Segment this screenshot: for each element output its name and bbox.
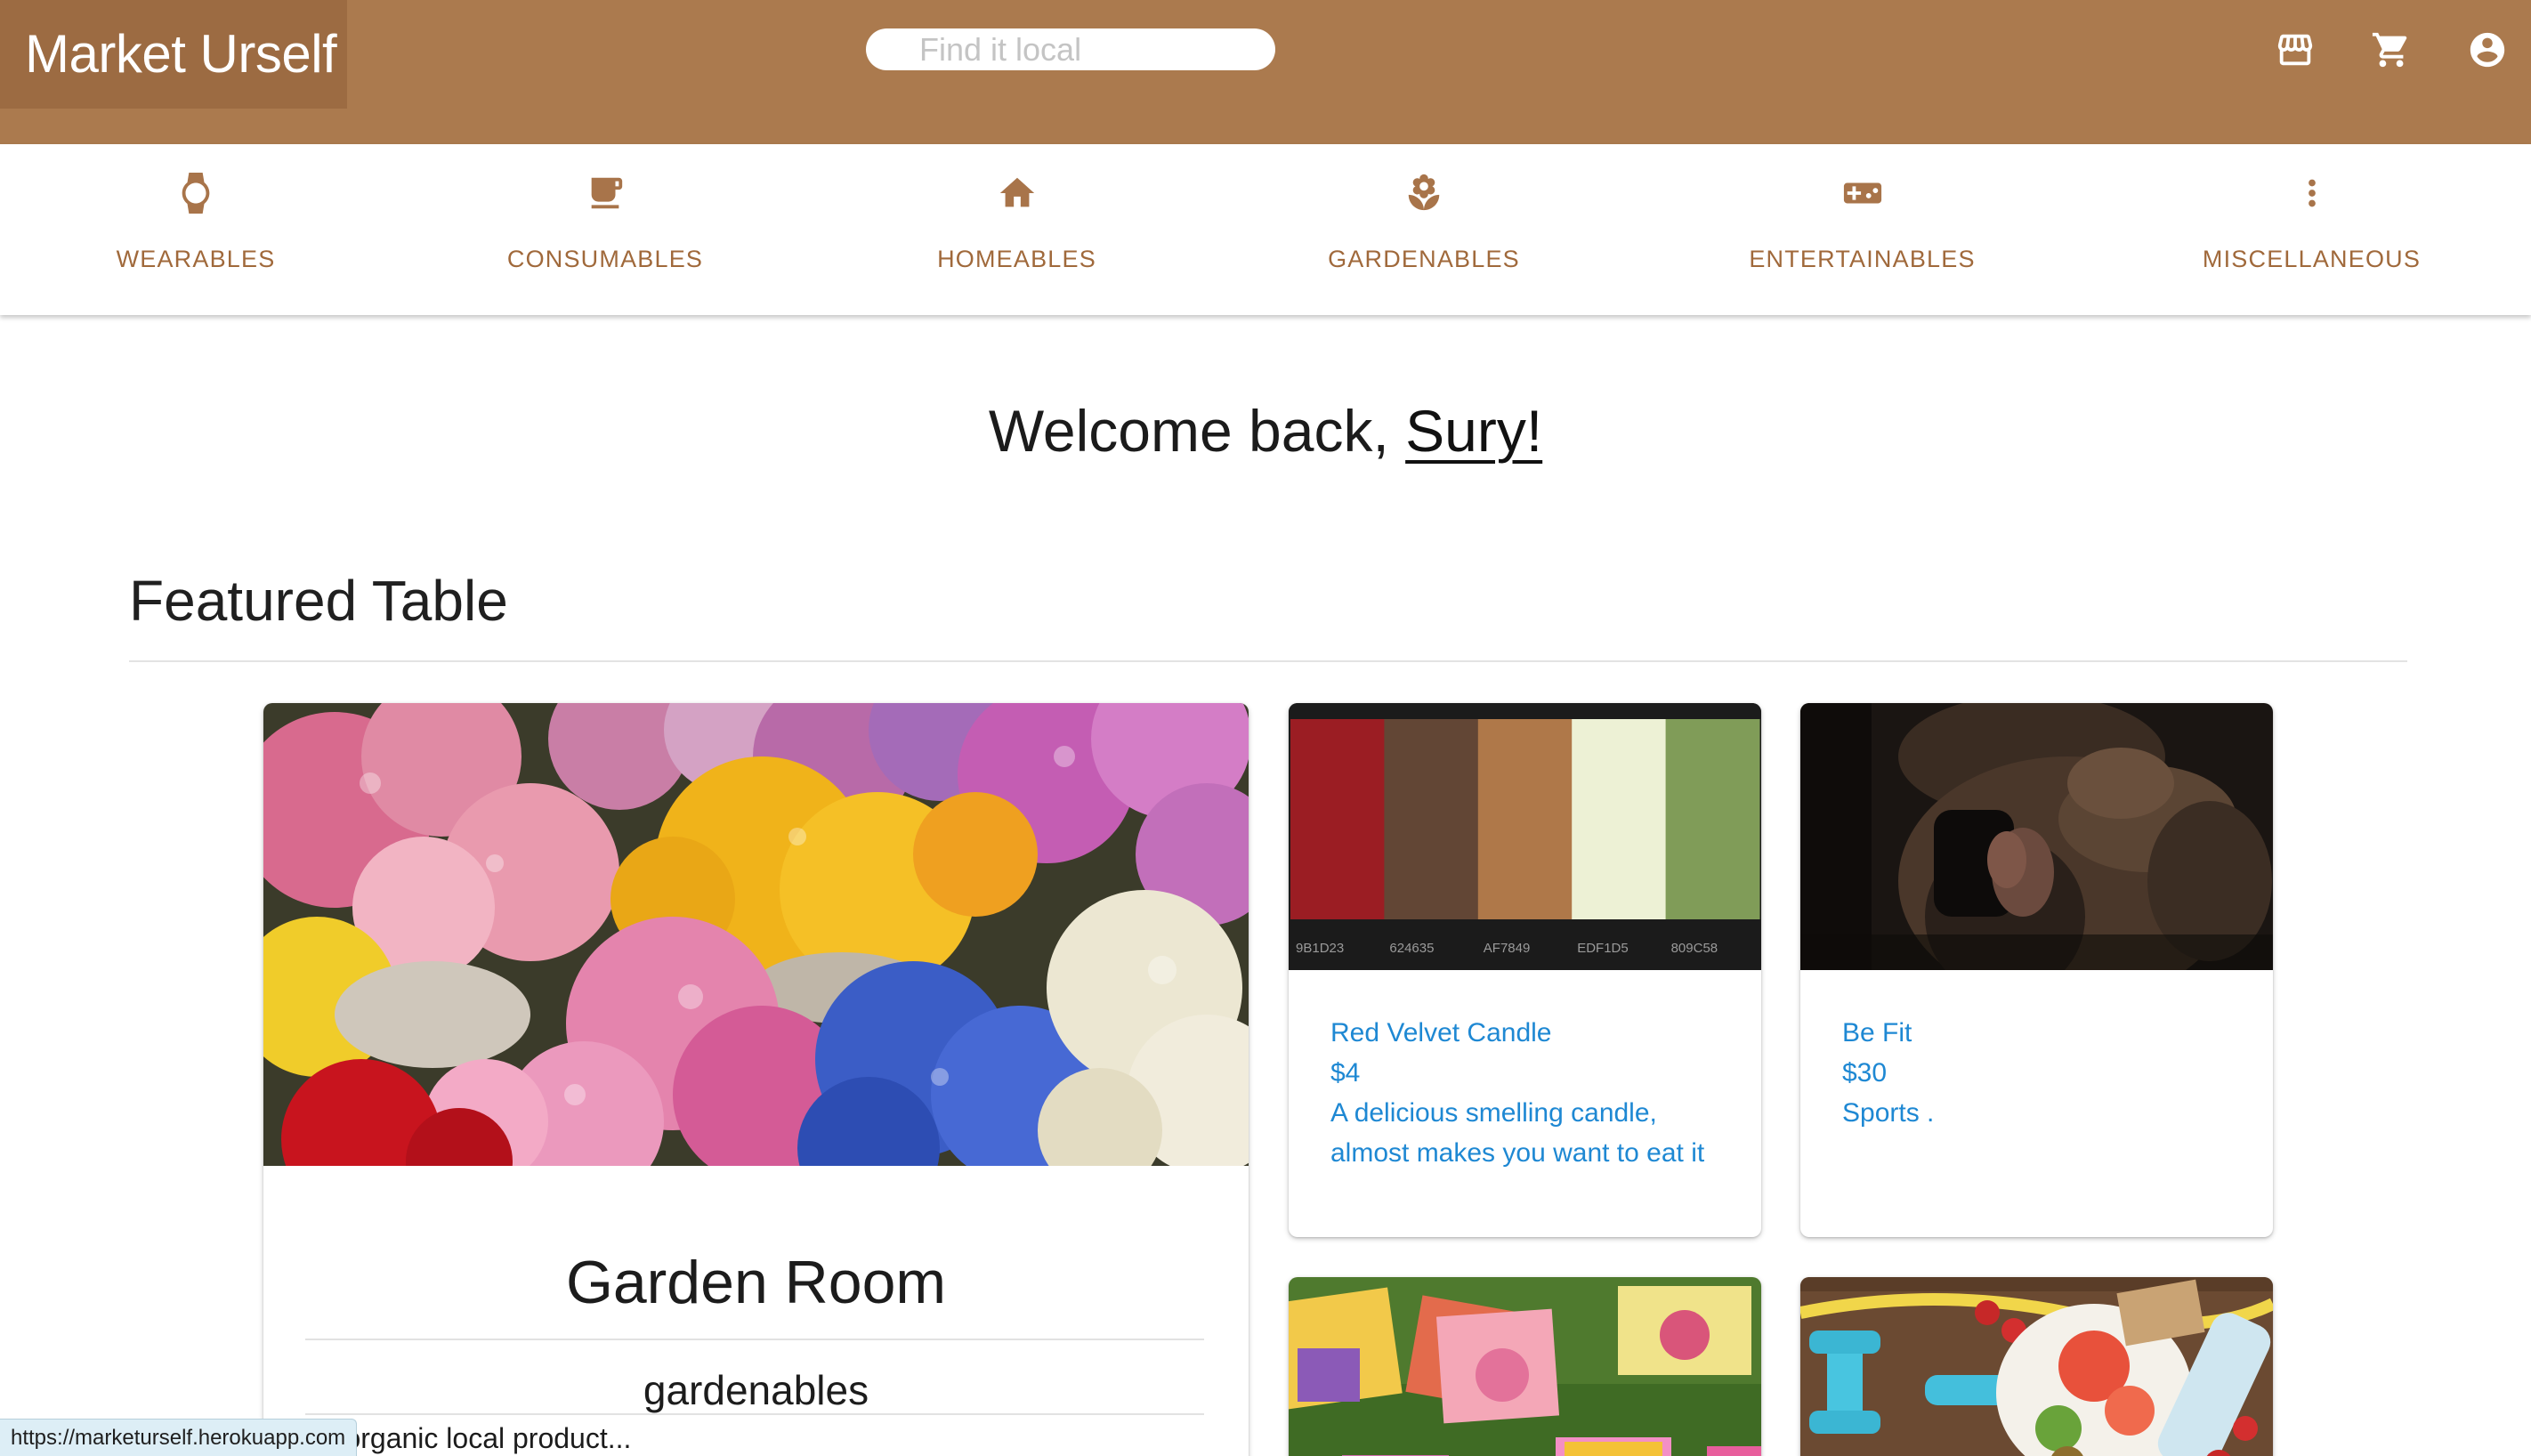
gamepad-icon [1839, 169, 1887, 217]
product-card-be-fit[interactable]: Be Fit $30 Sports . [1800, 703, 2273, 1237]
store-icon[interactable] [2272, 27, 2318, 73]
category-wearables[interactable]: WEARABLES [107, 144, 285, 315]
product-card-seed-packets[interactable] [1289, 1277, 1761, 1456]
category-label: GARDENABLES [1328, 246, 1520, 272]
palette-code: 809C58 [1671, 941, 1718, 956]
category-gardenables[interactable]: GARDENABLES [1313, 144, 1535, 315]
category-label: HOMEABLES [937, 246, 1096, 272]
palette-code: AF7849 [1484, 941, 1531, 956]
more-vert-icon [2288, 169, 2336, 217]
palette-swatch [1572, 719, 1667, 919]
fitness-image [1800, 703, 2273, 970]
card-category: gardenables [643, 1367, 869, 1413]
palette-code: 9B1D23 [1296, 941, 1344, 956]
product-description: almost makes you want to eat it [1330, 1138, 1705, 1168]
brand-logo[interactable]: Market Urself [0, 0, 347, 109]
coffee-icon [581, 169, 629, 217]
palette-code: 624635 [1389, 941, 1434, 956]
category-label: MISCELLANEOUS [2202, 246, 2422, 272]
card-title: Garden Room [565, 1249, 947, 1316]
product-card-red-velvet-candle[interactable]: 9B1D23 624635 AF7849 EDF1D5 809C58 Red Velve… [1289, 703, 1761, 1237]
palette-code: EDF1D5 [1577, 941, 1629, 956]
product-price: $30 [1842, 1058, 1888, 1088]
category-miscellaneous[interactable]: MISCELLANEOUS [2198, 144, 2425, 315]
product-info: Be Fit $30 Sports . [1842, 1013, 1934, 1133]
home-icon [993, 169, 1041, 217]
category-homeables[interactable]: HOMEABLES [921, 144, 1112, 315]
username-link[interactable]: Sury! [1405, 398, 1542, 464]
product-category: Sports . [1842, 1098, 1935, 1128]
card-divider [305, 1339, 1204, 1340]
category-label: WEARABLES [116, 246, 276, 272]
top-app-bar: Market Urself [0, 0, 2531, 144]
card-divider [305, 1413, 1204, 1415]
category-nav: WEARABLES CONSUMABLES HOMEABLES GARDENAB… [0, 144, 2531, 315]
palette-swatches: 9B1D23 624635 AF7849 EDF1D5 809C58 [1289, 703, 1761, 970]
flowers-image [263, 703, 1249, 1166]
product-name: Be Fit [1842, 1018, 1912, 1048]
palette-swatch [1477, 719, 1573, 919]
account-icon[interactable] [2464, 27, 2511, 73]
welcome-prefix: Welcome back, [988, 398, 1406, 464]
palette-swatch [1665, 719, 1760, 919]
product-card-healthy-lifestyle[interactable] [1800, 1277, 2273, 1456]
featured-section-title: Featured Table [129, 569, 508, 633]
flower-icon [1400, 169, 1448, 217]
product-description: A delicious smelling candle, [1330, 1098, 1657, 1128]
brand-name: Market Urself [25, 24, 337, 84]
search-input[interactable] [866, 28, 1275, 70]
category-label: ENTERTAINABLES [1749, 246, 1976, 272]
healthy-food-image [1800, 1277, 2273, 1456]
product-name: Red Velvet Candle [1330, 1018, 1552, 1048]
welcome-heading: Welcome back, Sury! [0, 397, 2531, 465]
category-label: CONSUMABLES [506, 246, 704, 272]
product-info: Red Velvet Candle $4 A delicious smellin… [1330, 1013, 1704, 1173]
product-price: $4 [1330, 1058, 1361, 1088]
featured-card-garden-room[interactable]: Garden Room gardenables All organic loca… [263, 703, 1249, 1456]
color-palette-image: 9B1D23 624635 AF7849 EDF1D5 809C58 [1289, 703, 1761, 970]
category-consumables[interactable]: CONSUMABLES [498, 144, 712, 315]
cart-icon[interactable] [2368, 27, 2414, 73]
status-bar-url: https://marketurself.herokuapp.com [0, 1419, 358, 1456]
seed-packets-image [1289, 1277, 1761, 1456]
watch-icon [172, 169, 220, 217]
palette-swatch [1290, 719, 1385, 919]
palette-swatch [1384, 719, 1479, 919]
category-entertainables[interactable]: ENTERTAINABLES [1740, 144, 1985, 315]
section-divider [129, 660, 2407, 662]
